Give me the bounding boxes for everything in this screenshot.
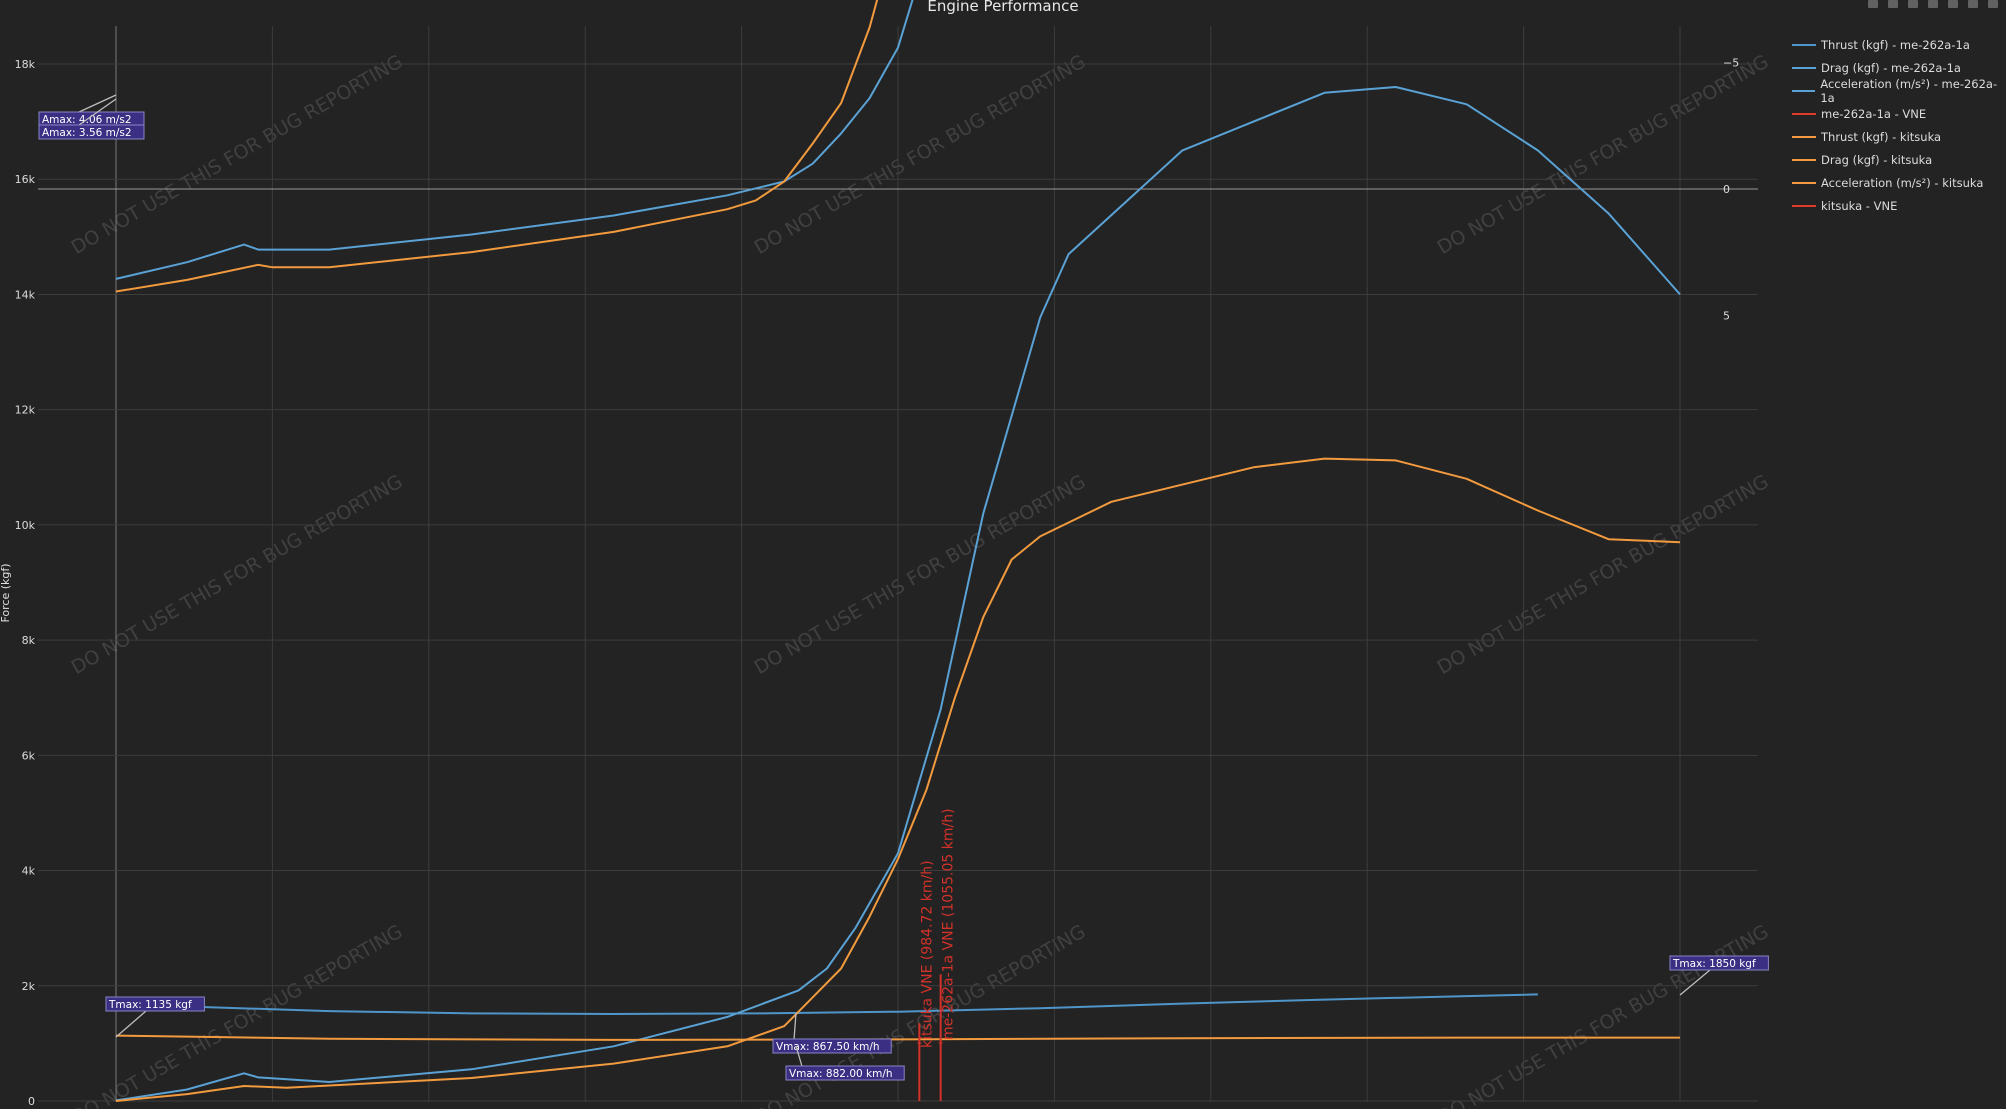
- legend-swatch: [1792, 112, 1816, 115]
- annotation-label: Amax: 3.56 m/s2: [42, 127, 132, 139]
- legend: Thrust (kgf) - me-262a-1a Drag (kgf) - me…: [1792, 33, 2006, 217]
- y-tick-label: 4k: [22, 865, 36, 878]
- watermark-text: DO NOT USE THIS FOR BUG REPORTING: [751, 51, 1090, 259]
- zoom-icon[interactable]: [1888, 0, 1898, 8]
- legend-item[interactable]: Acceleration (m/s²) - kitsuka: [1792, 171, 2006, 194]
- watermark-text: DO NOT USE THIS FOR BUG REPORTING: [1434, 471, 1773, 679]
- legend-swatch: [1792, 43, 1816, 46]
- watermark-text: DO NOT USE THIS FOR BUG REPORTING: [1434, 921, 1773, 1109]
- pan-icon[interactable]: [1908, 0, 1918, 8]
- y-tick-label: 0: [28, 1095, 35, 1108]
- legend-label: Drag (kgf) - kitsuka: [1821, 152, 1933, 167]
- grid-layer: [38, 26, 1758, 1102]
- y2-tick-label: −5: [1723, 57, 1739, 70]
- legend-swatch: [1792, 158, 1816, 161]
- legend-label: me-262a-1a - VNE: [1821, 106, 1927, 121]
- camera-icon[interactable]: [1868, 0, 1878, 8]
- legend-label: Drag (kgf) - me-262a-1a: [1821, 60, 1961, 75]
- legend-swatch: [1792, 89, 1816, 92]
- annotation-label: Tmax: 1850 kgf: [1672, 958, 1756, 970]
- y-tick-label: 10k: [15, 519, 36, 532]
- y-tick-label: 14k: [15, 288, 36, 301]
- y2-tick-label: 0: [1723, 183, 1730, 196]
- legend-item[interactable]: kitsuka - VNE: [1792, 194, 2006, 217]
- chart-toolbar: [1868, 0, 1998, 10]
- legend-item[interactable]: Thrust (kgf) - kitsuka: [1792, 125, 2006, 148]
- legend-label: Acceleration (m/s²) - me-262a-1a: [1820, 76, 1998, 105]
- engine-performance-chart: DO NOT USE THIS FOR BUG REPORTING DO NOT …: [0, 0, 1773, 1109]
- y-tick-label: 6k: [22, 749, 36, 762]
- y2-tick-label: 5: [1723, 309, 1730, 322]
- y-tick-label: 16k: [15, 173, 36, 186]
- annotation-arrow: [115, 1010, 147, 1038]
- legend-item[interactable]: me-262a-1a - VNE: [1792, 102, 2006, 125]
- legend-swatch: [1792, 66, 1816, 69]
- legend-swatch: [1792, 181, 1816, 184]
- reset-axes-icon[interactable]: [1988, 0, 1998, 8]
- legend-label: Acceleration (m/s²) - kitsuka: [1821, 175, 1984, 190]
- annotation-label: Tmax: 1135 kgf: [108, 999, 192, 1011]
- chart-title: Engine Performance: [927, 0, 1078, 15]
- legend-item[interactable]: Acceleration (m/s²) - me-262a-1a: [1792, 76, 2006, 105]
- y-axis-label: Force (kgf): [0, 563, 12, 622]
- zoom-in-icon[interactable]: [1928, 0, 1938, 8]
- vne-label: kitsuka VNE (984.72 km/h): [919, 860, 935, 1048]
- vne-label: me-262a-1a VNE (1055.05 km/h): [941, 808, 957, 1040]
- annotation-label: Vmax: 867.50 km/h: [776, 1041, 880, 1053]
- watermark-text: DO NOT USE THIS FOR BUG REPORTING: [1434, 51, 1773, 259]
- legend-label: Thrust (kgf) - kitsuka: [1821, 129, 1942, 144]
- series-line-thrust_me: [115, 993, 1538, 1015]
- legend-swatch: [1792, 135, 1816, 138]
- y-tick-label: 8k: [22, 634, 36, 647]
- legend-item[interactable]: Thrust (kgf) - me-262a-1a: [1792, 33, 2006, 56]
- y-tick-label: 18k: [15, 58, 36, 71]
- legend-item[interactable]: Drag (kgf) - kitsuka: [1792, 148, 2006, 171]
- legend-label: Thrust (kgf) - me-262a-1a: [1821, 37, 1970, 52]
- autoscale-icon[interactable]: [1968, 0, 1978, 8]
- y-tick-label: 12k: [15, 404, 36, 417]
- legend-swatch: [1792, 204, 1816, 207]
- watermark-text: DO NOT USE THIS FOR BUG REPORTING: [751, 471, 1090, 679]
- annotation-layer: me-262a-1a VNE (1055.05 km/h) kitsuka VNE…: [38, 94, 1769, 1101]
- annotation-label: Vmax: 882.00 km/h: [789, 1068, 893, 1080]
- watermark-text: DO NOT USE THIS FOR BUG REPORTING: [68, 471, 407, 679]
- watermark-text: DO NOT USE THIS FOR BUG REPORTING: [68, 51, 407, 259]
- legend-label: kitsuka - VNE: [1821, 198, 1898, 213]
- y-tick-label: 2k: [22, 980, 36, 993]
- watermark-text: DO NOT USE THIS FOR BUG REPORTING: [68, 921, 407, 1109]
- zoom-out-icon[interactable]: [1948, 0, 1958, 8]
